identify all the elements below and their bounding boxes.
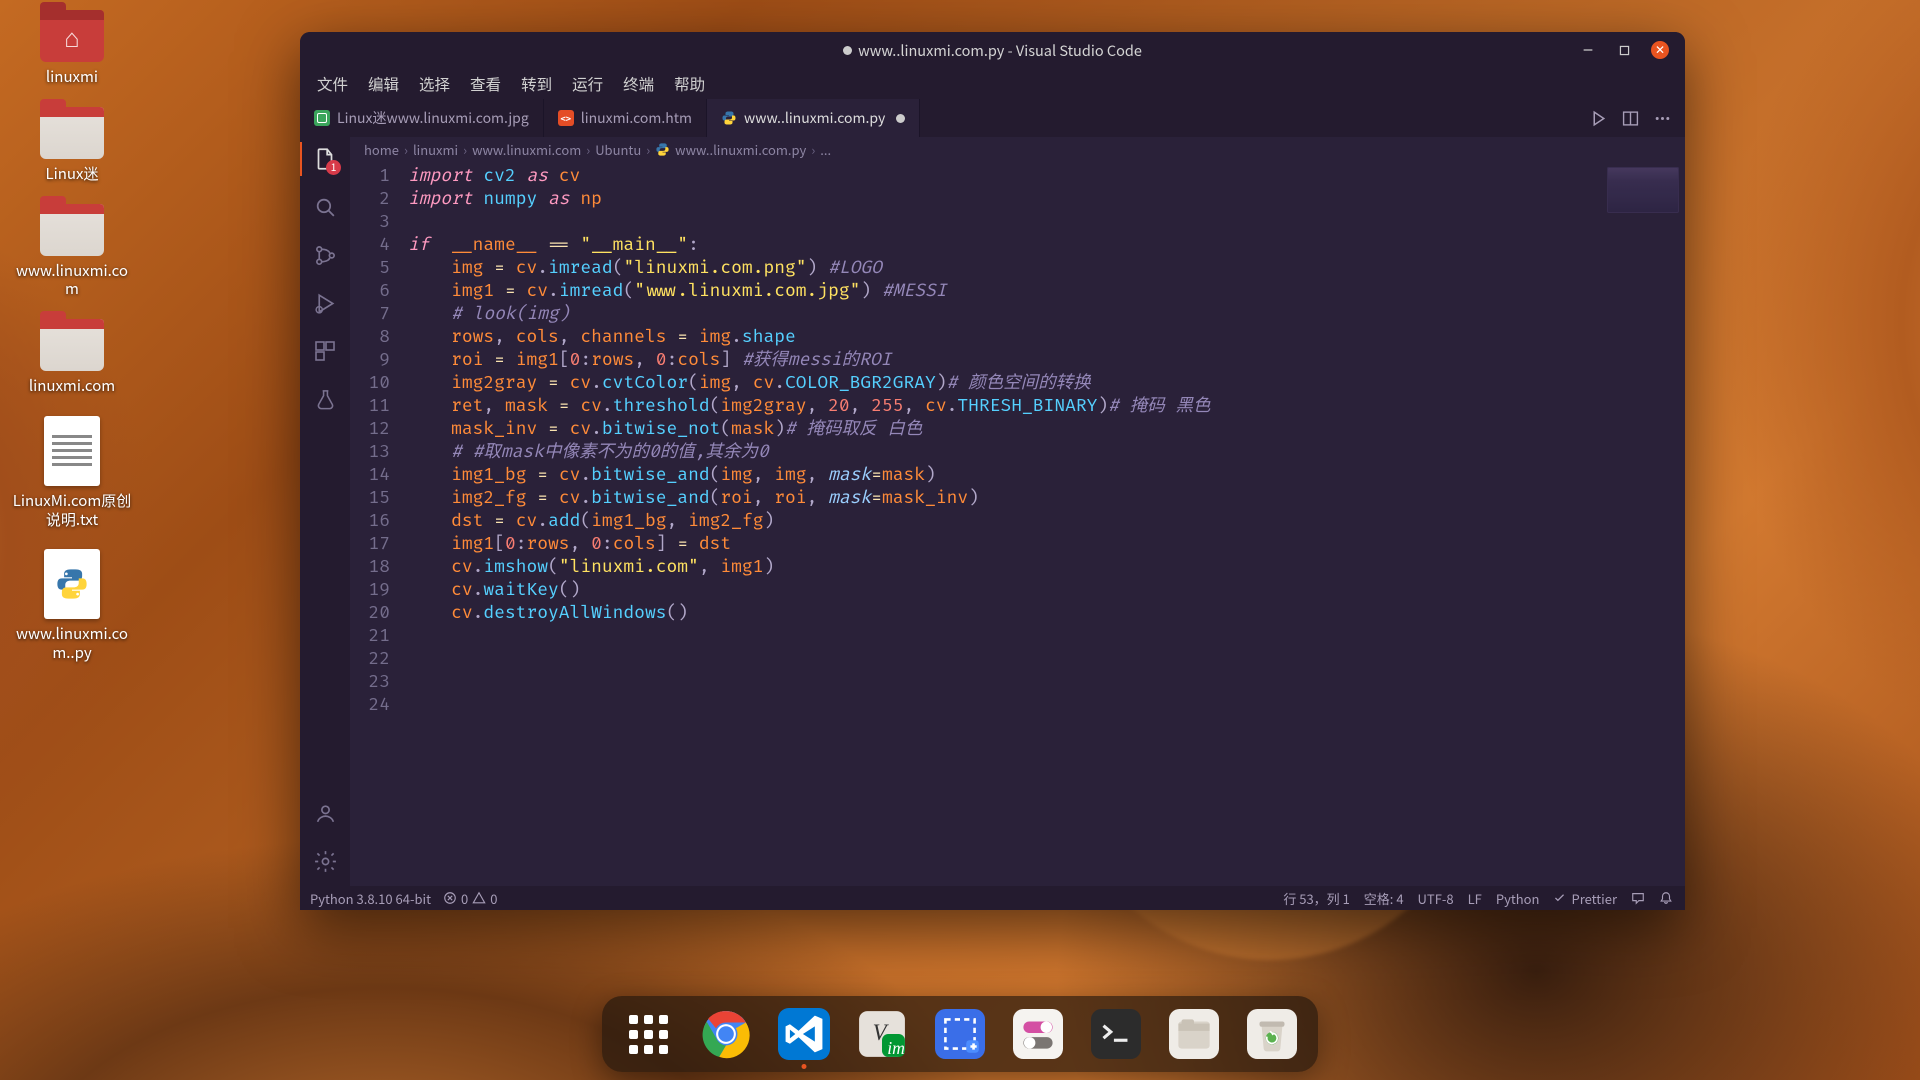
- html-file-icon: <>: [558, 110, 574, 126]
- menu-item[interactable]: 帮助: [665, 70, 714, 98]
- desktop-icon-label: Linux迷: [12, 165, 132, 184]
- breadcrumb-segment[interactable]: www.linuxmi.com: [472, 140, 581, 159]
- status-cursor[interactable]: 行 53，列 1: [1283, 889, 1349, 908]
- bell-icon: [1659, 891, 1673, 905]
- minimap[interactable]: [1595, 161, 1685, 886]
- editor-tabbar: Linux迷www.linuxmi.com.jpg <> linuxmi.com.h…: [300, 99, 1685, 137]
- desktop-icon-label: linuxmi: [12, 68, 132, 87]
- desktop-icon-label: LinuxMi.com原创说明.txt: [12, 492, 132, 530]
- dock: Vim: [602, 996, 1318, 1072]
- tab-label: Linux迷www.linuxmi.com.jpg: [337, 108, 529, 128]
- dock-app-terminal[interactable]: [1088, 1006, 1144, 1062]
- warning-icon: [472, 891, 486, 905]
- status-eol[interactable]: LF: [1468, 889, 1482, 908]
- vscode-window: www..linuxmi.com.py - Visual Studio Code…: [300, 32, 1685, 910]
- desktop-icon-label: www.linuxmi.com..py: [12, 625, 132, 663]
- python-file-icon: [655, 142, 670, 157]
- dock-app-settings[interactable]: [1010, 1006, 1066, 1062]
- explorer-badge: 1: [326, 160, 341, 175]
- minimap-thumb: [1607, 167, 1679, 213]
- settings-button[interactable]: [312, 848, 338, 874]
- status-bar: Python 3.8.10 64-bit 0 0 行 53，列 1 空格: 4 …: [300, 886, 1685, 910]
- editor-tab[interactable]: www..linuxmi.com.py: [707, 99, 920, 137]
- status-notifications[interactable]: [1659, 891, 1673, 905]
- status-python-env[interactable]: Python 3.8.10 64-bit: [310, 889, 431, 908]
- tab-label: linuxmi.com.htm: [581, 108, 692, 128]
- menu-item[interactable]: 文件: [308, 70, 357, 98]
- status-problems[interactable]: 0 0: [443, 889, 497, 908]
- editor-tab[interactable]: Linux迷www.linuxmi.com.jpg: [300, 99, 544, 137]
- check-icon: [1553, 891, 1567, 905]
- dock-app-trash[interactable]: [1244, 1006, 1300, 1062]
- desktop-icon[interactable]: www.linuxmi.com..py: [12, 549, 132, 663]
- breadcrumb-segment[interactable]: home: [364, 140, 399, 159]
- desktop-icon[interactable]: linuxmi.com: [12, 319, 132, 396]
- explorer-tab[interactable]: 1: [312, 146, 338, 172]
- window-maximize-button[interactable]: [1615, 41, 1633, 59]
- window-title-text: www..linuxmi.com.py - Visual Studio Code: [858, 40, 1142, 61]
- window-close-button[interactable]: ✕: [1651, 41, 1669, 59]
- tab-label: www..linuxmi.com.py: [744, 108, 885, 128]
- menubar: 文件编辑选择查看转到运行终端帮助: [300, 68, 1685, 99]
- chevron-right-icon: ›: [463, 140, 467, 159]
- testing-tab[interactable]: [312, 386, 338, 412]
- source-control-tab[interactable]: [312, 242, 338, 268]
- window-title: www..linuxmi.com.py - Visual Studio Code: [300, 40, 1685, 61]
- error-icon: [443, 891, 457, 905]
- line-gutter: 123456789101112131415161718192021222324: [350, 161, 408, 886]
- menu-item[interactable]: 编辑: [359, 70, 408, 98]
- more-actions-button[interactable]: [1653, 109, 1671, 127]
- breadcrumb-segment[interactable]: www..linuxmi.com.py: [675, 140, 806, 159]
- menu-item[interactable]: 查看: [461, 70, 510, 98]
- status-indent[interactable]: 空格: 4: [1364, 889, 1404, 908]
- chevron-right-icon: ›: [646, 140, 650, 159]
- status-formatter[interactable]: Prettier: [1553, 889, 1617, 908]
- extensions-tab[interactable]: [312, 338, 338, 364]
- split-editor-button[interactable]: [1621, 109, 1639, 127]
- run-debug-tab[interactable]: [312, 290, 338, 316]
- dirty-dot-icon: [896, 114, 905, 123]
- svg-text:im: im: [887, 1038, 905, 1058]
- dock-app-vim[interactable]: Vim: [854, 1006, 910, 1062]
- dock-app-vscode[interactable]: [776, 1006, 832, 1062]
- search-tab[interactable]: [312, 194, 338, 220]
- menu-item[interactable]: 选择: [410, 70, 459, 98]
- dock-app-chrome[interactable]: [698, 1006, 754, 1062]
- dirty-dot-icon: [843, 46, 852, 55]
- run-button[interactable]: [1589, 109, 1607, 127]
- breadcrumb-segment[interactable]: ...: [820, 140, 831, 159]
- status-lang[interactable]: Python: [1496, 889, 1540, 908]
- status-feedback[interactable]: [1631, 891, 1645, 905]
- window-minimize-button[interactable]: [1579, 41, 1597, 59]
- code-editor[interactable]: 123456789101112131415161718192021222324 …: [350, 161, 1685, 886]
- desktop-icon[interactable]: LinuxMi.com原创说明.txt: [12, 416, 132, 530]
- breadcrumb-segment[interactable]: Ubuntu: [595, 140, 641, 159]
- editor-tab[interactable]: <> linuxmi.com.htm: [544, 99, 707, 137]
- window-titlebar[interactable]: www..linuxmi.com.py - Visual Studio Code…: [300, 32, 1685, 68]
- feedback-icon: [1631, 891, 1645, 905]
- menu-item[interactable]: 终端: [614, 70, 663, 98]
- chevron-right-icon: ›: [586, 140, 590, 159]
- activity-bar: 1: [300, 137, 350, 886]
- desktop-icon-label: linuxmi.com: [12, 377, 132, 396]
- desktop-icon[interactable]: www.linuxmi.com: [12, 204, 132, 300]
- menu-item[interactable]: 运行: [563, 70, 612, 98]
- chevron-right-icon: ›: [404, 140, 408, 159]
- desktop-icon-label: www.linuxmi.com: [12, 262, 132, 300]
- python-file-icon: [721, 110, 737, 126]
- dock-app-files[interactable]: [1166, 1006, 1222, 1062]
- status-encoding[interactable]: UTF-8: [1418, 889, 1454, 908]
- image-file-icon: [314, 110, 330, 126]
- accounts-button[interactable]: [312, 800, 338, 826]
- chevron-right-icon: ›: [811, 140, 815, 159]
- breadcrumb[interactable]: home › linuxmi › www.linuxmi.com › Ubuntu › www.…: [350, 137, 1685, 161]
- desktop-icon[interactable]: ⌂linuxmi: [12, 10, 132, 87]
- breadcrumb-segment[interactable]: linuxmi: [413, 140, 458, 159]
- menu-item[interactable]: 转到: [512, 70, 561, 98]
- dock-app-screenshot[interactable]: [932, 1006, 988, 1062]
- desktop-icon[interactable]: Linux迷: [12, 107, 132, 184]
- dock-app-apps[interactable]: [620, 1006, 676, 1062]
- editor-pane: home › linuxmi › www.linuxmi.com › Ubuntu › www.…: [350, 137, 1685, 886]
